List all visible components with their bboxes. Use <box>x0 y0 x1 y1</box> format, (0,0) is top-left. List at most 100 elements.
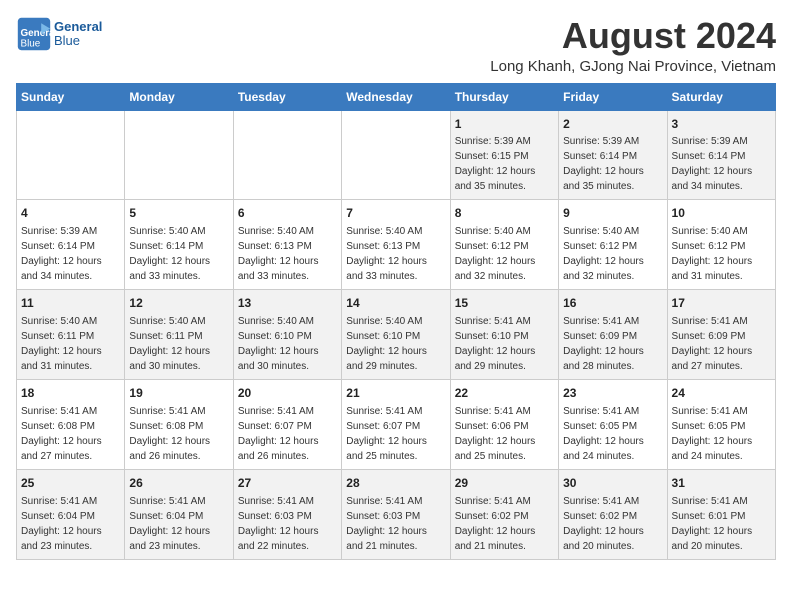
header-saturday: Saturday <box>667 83 775 110</box>
calendar-cell: 6 Sunrise: 5:40 AM Sunset: 6:13 PM Dayli… <box>233 200 341 290</box>
calendar-cell: 30 Sunrise: 5:41 AM Sunset: 6:02 PM Dayl… <box>559 469 667 559</box>
cell-daylight: Daylight: 12 hours and 33 minutes. <box>129 256 210 282</box>
day-number: 12 <box>129 295 228 312</box>
cell-daylight: Daylight: 12 hours and 31 minutes. <box>21 346 102 372</box>
cell-daylight: Daylight: 12 hours and 27 minutes. <box>672 346 753 372</box>
calendar-week-row: 18 Sunrise: 5:41 AM Sunset: 6:08 PM Dayl… <box>17 379 776 469</box>
day-number: 24 <box>672 385 771 402</box>
calendar-cell: 21 Sunrise: 5:41 AM Sunset: 6:07 PM Dayl… <box>342 379 450 469</box>
calendar-cell <box>125 110 233 200</box>
cell-sunset: Sunset: 6:04 PM <box>129 511 203 522</box>
cell-daylight: Daylight: 12 hours and 33 minutes. <box>238 256 319 282</box>
day-number: 11 <box>21 295 120 312</box>
page-header: General Blue General Blue August 2024 Lo… <box>16 16 776 75</box>
day-number: 15 <box>455 295 554 312</box>
cell-sunset: Sunset: 6:10 PM <box>455 331 529 342</box>
header-sunday: Sunday <box>17 83 125 110</box>
day-number: 6 <box>238 205 337 222</box>
cell-sunrise: Sunrise: 5:41 AM <box>238 496 314 507</box>
day-number: 26 <box>129 475 228 492</box>
cell-daylight: Daylight: 12 hours and 20 minutes. <box>563 526 644 552</box>
calendar-cell: 7 Sunrise: 5:40 AM Sunset: 6:13 PM Dayli… <box>342 200 450 290</box>
day-number: 31 <box>672 475 771 492</box>
logo-text: General Blue <box>54 20 102 49</box>
calendar-cell: 11 Sunrise: 5:40 AM Sunset: 6:11 PM Dayl… <box>17 290 125 380</box>
cell-sunrise: Sunrise: 5:39 AM <box>21 226 97 237</box>
cell-daylight: Daylight: 12 hours and 29 minutes. <box>346 346 427 372</box>
day-number: 3 <box>672 116 771 133</box>
day-number: 16 <box>563 295 662 312</box>
day-number: 13 <box>238 295 337 312</box>
calendar-cell: 2 Sunrise: 5:39 AM Sunset: 6:14 PM Dayli… <box>559 110 667 200</box>
cell-daylight: Daylight: 12 hours and 25 minutes. <box>346 436 427 462</box>
cell-sunset: Sunset: 6:12 PM <box>672 241 746 252</box>
cell-daylight: Daylight: 12 hours and 26 minutes. <box>238 436 319 462</box>
day-number: 4 <box>21 205 120 222</box>
calendar-week-row: 4 Sunrise: 5:39 AM Sunset: 6:14 PM Dayli… <box>17 200 776 290</box>
day-number: 30 <box>563 475 662 492</box>
cell-sunrise: Sunrise: 5:40 AM <box>21 316 97 327</box>
calendar-table: SundayMondayTuesdayWednesdayThursdayFrid… <box>16 83 776 560</box>
cell-sunset: Sunset: 6:04 PM <box>21 511 95 522</box>
cell-sunset: Sunset: 6:12 PM <box>563 241 637 252</box>
header-thursday: Thursday <box>450 83 558 110</box>
cell-sunrise: Sunrise: 5:40 AM <box>238 316 314 327</box>
cell-sunset: Sunset: 6:08 PM <box>129 421 203 432</box>
cell-sunrise: Sunrise: 5:41 AM <box>563 496 639 507</box>
cell-daylight: Daylight: 12 hours and 34 minutes. <box>672 166 753 192</box>
cell-sunset: Sunset: 6:14 PM <box>129 241 203 252</box>
cell-sunset: Sunset: 6:11 PM <box>129 331 202 342</box>
cell-sunrise: Sunrise: 5:41 AM <box>672 316 748 327</box>
calendar-cell: 13 Sunrise: 5:40 AM Sunset: 6:10 PM Dayl… <box>233 290 341 380</box>
cell-sunrise: Sunrise: 5:41 AM <box>129 406 205 417</box>
logo: General Blue General Blue <box>16 16 102 52</box>
calendar-header-row: SundayMondayTuesdayWednesdayThursdayFrid… <box>17 83 776 110</box>
calendar-cell: 17 Sunrise: 5:41 AM Sunset: 6:09 PM Dayl… <box>667 290 775 380</box>
cell-daylight: Daylight: 12 hours and 31 minutes. <box>672 256 753 282</box>
cell-daylight: Daylight: 12 hours and 27 minutes. <box>21 436 102 462</box>
cell-daylight: Daylight: 12 hours and 23 minutes. <box>129 526 210 552</box>
cell-sunset: Sunset: 6:09 PM <box>563 331 637 342</box>
title-block: August 2024 Long Khanh, GJong Nai Provin… <box>490 16 776 75</box>
cell-sunset: Sunset: 6:02 PM <box>563 511 637 522</box>
calendar-cell: 5 Sunrise: 5:40 AM Sunset: 6:14 PM Dayli… <box>125 200 233 290</box>
header-friday: Friday <box>559 83 667 110</box>
calendar-cell: 22 Sunrise: 5:41 AM Sunset: 6:06 PM Dayl… <box>450 379 558 469</box>
calendar-cell: 26 Sunrise: 5:41 AM Sunset: 6:04 PM Dayl… <box>125 469 233 559</box>
cell-daylight: Daylight: 12 hours and 32 minutes. <box>563 256 644 282</box>
page-title: August 2024 <box>490 16 776 56</box>
day-number: 21 <box>346 385 445 402</box>
calendar-cell: 19 Sunrise: 5:41 AM Sunset: 6:08 PM Dayl… <box>125 379 233 469</box>
cell-daylight: Daylight: 12 hours and 35 minutes. <box>455 166 536 192</box>
cell-sunrise: Sunrise: 5:41 AM <box>455 496 531 507</box>
cell-daylight: Daylight: 12 hours and 22 minutes. <box>238 526 319 552</box>
calendar-cell: 24 Sunrise: 5:41 AM Sunset: 6:05 PM Dayl… <box>667 379 775 469</box>
day-number: 8 <box>455 205 554 222</box>
cell-sunset: Sunset: 6:03 PM <box>346 511 420 522</box>
cell-sunset: Sunset: 6:08 PM <box>21 421 95 432</box>
calendar-cell: 9 Sunrise: 5:40 AM Sunset: 6:12 PM Dayli… <box>559 200 667 290</box>
cell-sunrise: Sunrise: 5:40 AM <box>129 226 205 237</box>
calendar-cell: 3 Sunrise: 5:39 AM Sunset: 6:14 PM Dayli… <box>667 110 775 200</box>
cell-daylight: Daylight: 12 hours and 23 minutes. <box>21 526 102 552</box>
cell-daylight: Daylight: 12 hours and 24 minutes. <box>563 436 644 462</box>
cell-sunset: Sunset: 6:13 PM <box>346 241 420 252</box>
cell-sunset: Sunset: 6:14 PM <box>563 151 637 162</box>
cell-sunrise: Sunrise: 5:40 AM <box>129 316 205 327</box>
day-number: 9 <box>563 205 662 222</box>
cell-sunrise: Sunrise: 5:41 AM <box>455 316 531 327</box>
cell-sunrise: Sunrise: 5:40 AM <box>455 226 531 237</box>
cell-sunrise: Sunrise: 5:41 AM <box>563 316 639 327</box>
cell-sunset: Sunset: 6:03 PM <box>238 511 312 522</box>
day-number: 5 <box>129 205 228 222</box>
logo-icon: General Blue <box>16 16 52 52</box>
cell-sunset: Sunset: 6:10 PM <box>346 331 420 342</box>
calendar-cell <box>342 110 450 200</box>
day-number: 1 <box>455 116 554 133</box>
cell-sunset: Sunset: 6:15 PM <box>455 151 529 162</box>
cell-sunset: Sunset: 6:07 PM <box>238 421 312 432</box>
cell-sunset: Sunset: 6:12 PM <box>455 241 529 252</box>
cell-sunset: Sunset: 6:10 PM <box>238 331 312 342</box>
day-number: 25 <box>21 475 120 492</box>
cell-sunset: Sunset: 6:02 PM <box>455 511 529 522</box>
